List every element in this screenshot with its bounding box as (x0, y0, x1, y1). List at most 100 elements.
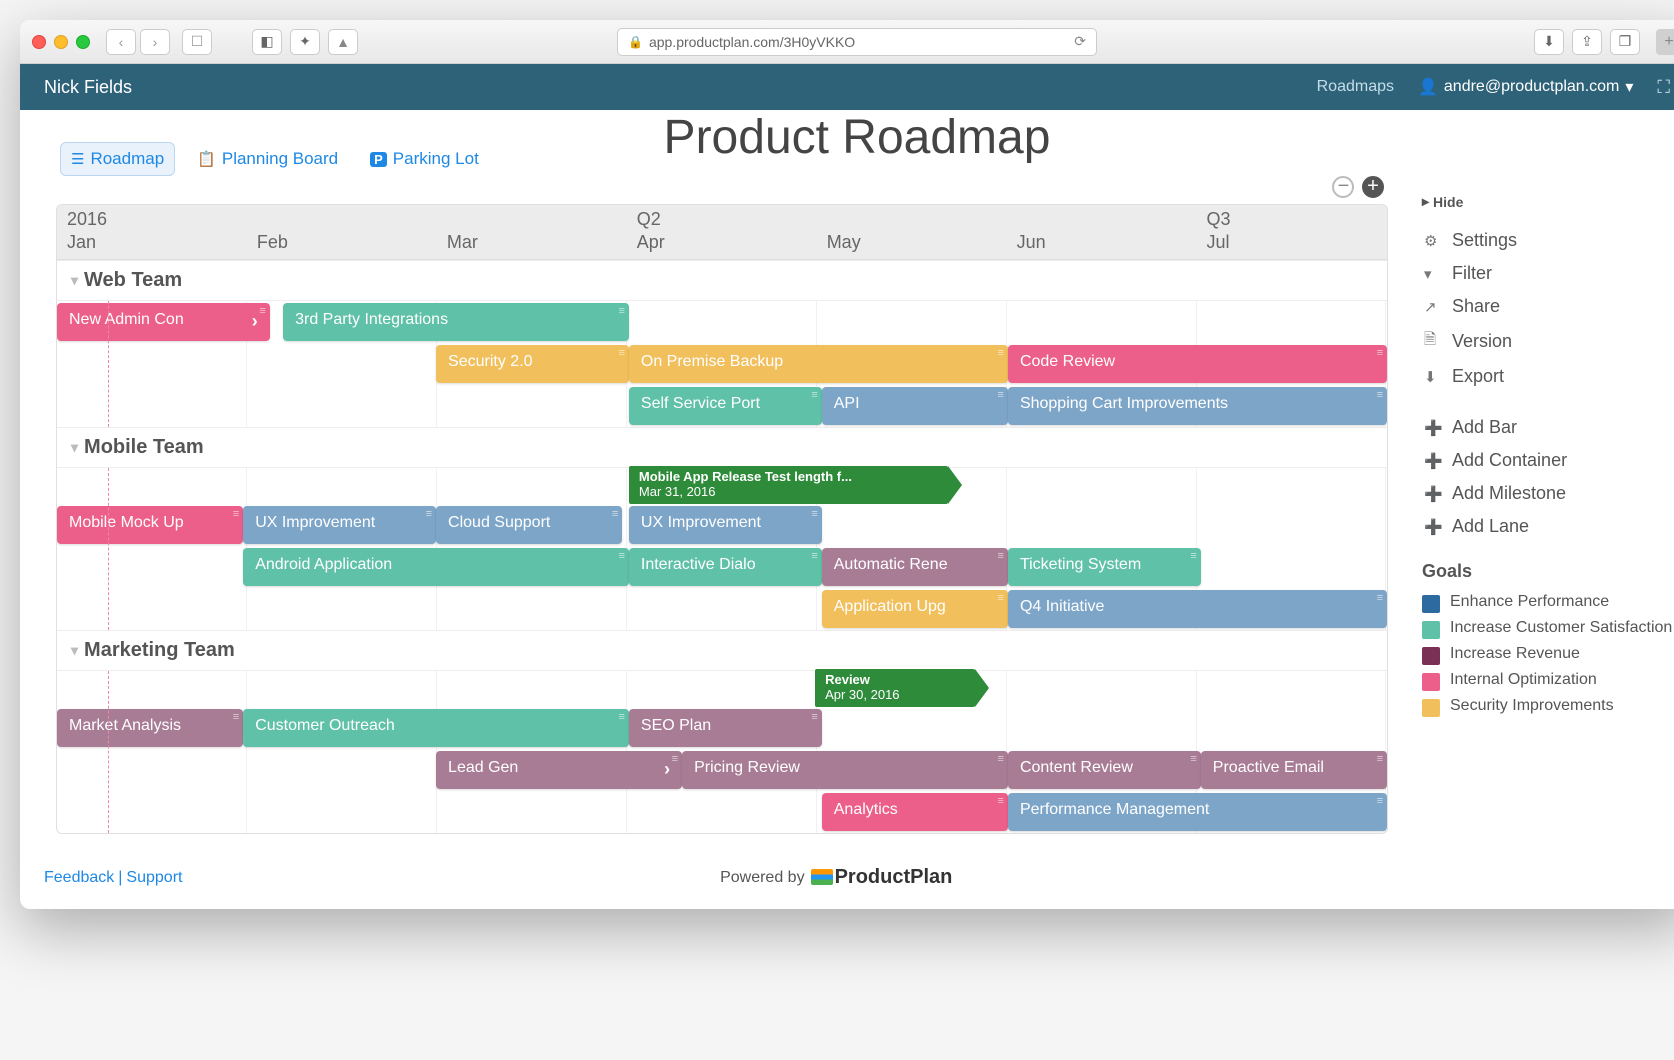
side-item-settings[interactable]: ⚙Settings (1422, 224, 1674, 257)
share-chrome-icon[interactable]: ⇪ (1572, 29, 1602, 55)
zoom-out-button[interactable]: − (1332, 176, 1354, 198)
grip-icon: ≡ (998, 391, 1004, 399)
timeline-bar[interactable]: Self Service Port≡ (629, 387, 822, 425)
lane-header[interactable]: ▾Marketing Team (57, 631, 1387, 671)
roadmap-icon: ☰ (71, 150, 84, 168)
timeline-bar[interactable]: Application Upg≡ (822, 590, 1008, 628)
legend-item[interactable]: Security Improvements (1422, 694, 1674, 720)
filter-icon: ▾ (1424, 265, 1442, 283)
milestone[interactable]: ReviewApr 30, 2016 (815, 669, 975, 707)
productplan-logo[interactable]: ProductPlan (811, 866, 953, 889)
timeline-bar[interactable]: Security 2.0≡ (436, 345, 629, 383)
zoom-in-button[interactable]: + (1362, 176, 1384, 198)
legend-item[interactable]: Increase Customer Satisfaction (1422, 616, 1674, 642)
milestone[interactable]: Mobile App Release Test length f...Mar 3… (629, 466, 948, 504)
side-item-add-milestone[interactable]: ➕Add Milestone (1422, 477, 1674, 510)
roadmaps-link[interactable]: Roadmaps (1317, 78, 1394, 96)
legend-item[interactable]: Internal Optimization (1422, 668, 1674, 694)
side-item-label: Share (1452, 296, 1500, 317)
grip-icon: ≡ (998, 755, 1004, 763)
bar-label: Shopping Cart Improvements (1020, 395, 1228, 412)
timeline-bar[interactable]: Performance Management≡ (1008, 793, 1387, 831)
extension-icon[interactable]: ◧ (252, 29, 282, 55)
tab-parking-label: Parking Lot (393, 149, 479, 169)
chevron-down-icon: ▾ (71, 272, 78, 289)
caret-down-icon: ▾ (1625, 77, 1633, 97)
timeline-bar[interactable]: Customer Outreach≡ (243, 709, 629, 747)
timeline-bar[interactable]: Ticketing System≡ (1008, 548, 1201, 586)
grip-icon: ≡ (998, 797, 1004, 805)
timeline-bar[interactable]: Proactive Email≡ (1201, 751, 1387, 789)
timeline-bar[interactable]: New Admin Con≡› (57, 303, 270, 341)
legend-label: Internal Optimization (1450, 671, 1597, 689)
timeline-bar[interactable]: Analytics≡ (822, 793, 1008, 831)
expand-chevron-icon[interactable]: › (664, 759, 670, 780)
tab-planning-board[interactable]: 📋 Planning Board (187, 142, 348, 176)
side-item-add-lane[interactable]: ➕Add Lane (1422, 510, 1674, 543)
legend-item[interactable]: Increase Revenue (1422, 642, 1674, 668)
timeline-bar[interactable]: Lead Gen≡› (436, 751, 682, 789)
bar-label: Pricing Review (694, 759, 800, 776)
timeline-bar[interactable]: On Premise Backup≡ (629, 345, 1008, 383)
timeline-bar[interactable]: API≡ (822, 387, 1008, 425)
timeline-bar[interactable]: Android Application≡ (243, 548, 629, 586)
side-item-export[interactable]: ⬇Export (1422, 360, 1674, 393)
timeline-bar[interactable]: Shopping Cart Improvements≡ (1008, 387, 1387, 425)
timeline-bar[interactable]: Code Review≡ (1008, 345, 1387, 383)
wand-icon[interactable]: ✦ (290, 29, 320, 55)
version-icon: 🗎 (1424, 329, 1442, 354)
tab-roadmap[interactable]: ☰ Roadmap (60, 142, 175, 176)
grip-icon: ≡ (811, 510, 817, 518)
powered-label: Powered by (720, 869, 805, 887)
timeline-bar[interactable]: Mobile Mock Up≡ (57, 506, 243, 544)
bar-label: UX Improvement (641, 514, 761, 531)
lane-header[interactable]: ▾Web Team (57, 261, 1387, 301)
hide-panel-button[interactable]: ▸ Hide (1422, 193, 1674, 210)
feedback-link[interactable]: Feedback (44, 869, 114, 887)
side-item-version[interactable]: 🗎 Version (1422, 323, 1674, 360)
tab-parking-lot[interactable]: P Parking Lot (360, 142, 489, 176)
side-item-add-bar[interactable]: ➕Add Bar (1422, 411, 1674, 444)
timeline-bar[interactable]: Content Review≡ (1008, 751, 1201, 789)
month-row: JanFebMarAprMayJunJul (57, 230, 1387, 260)
forward-button[interactable]: › (140, 29, 170, 55)
sidebar-toggle-button[interactable]: ☐ (182, 29, 212, 55)
plus-circle-icon: ➕ (1424, 518, 1442, 536)
close-window-button[interactable] (32, 35, 46, 49)
timeline-bar[interactable]: Q4 Initiative≡ (1008, 590, 1387, 628)
side-item-share[interactable]: ↗Share (1422, 290, 1674, 323)
bar-label: Market Analysis (69, 717, 181, 734)
hide-label: Hide (1433, 194, 1463, 210)
goals-header: Goals (1422, 561, 1674, 582)
support-link[interactable]: Support (126, 869, 182, 887)
side-item-filter[interactable]: ▾Filter (1422, 257, 1674, 290)
tabs-icon[interactable]: ❐ (1610, 29, 1640, 55)
timeline-bar[interactable]: UX Improvement≡ (243, 506, 436, 544)
timeline-bar[interactable]: UX Improvement ≡ (629, 506, 822, 544)
grip-icon: ≡ (618, 552, 624, 560)
side-item-add-container[interactable]: ➕Add Container (1422, 444, 1674, 477)
new-tab-button[interactable]: + (1656, 29, 1674, 55)
user-menu[interactable]: 👤 andre@productplan.com ▾ (1418, 77, 1633, 97)
back-button[interactable]: ‹ (106, 29, 136, 55)
timeline-bar[interactable]: Automatic Rene≡ (822, 548, 1008, 586)
timeline-bar[interactable]: Market Analysis≡ (57, 709, 243, 747)
downloads-icon[interactable]: ⬇ (1534, 29, 1564, 55)
timeline-bar[interactable]: Cloud Support≡ (436, 506, 622, 544)
address-bar[interactable]: 🔒 app.productplan.com/3H0yVKKO ⟳ (617, 28, 1097, 56)
lane-header[interactable]: ▾Mobile Team (57, 428, 1387, 468)
maximize-window-button[interactable] (76, 35, 90, 49)
expand-chevron-icon[interactable]: › (252, 311, 258, 332)
warning-icon[interactable]: ▲ (328, 29, 358, 55)
timeline-bar[interactable]: Pricing Review ≡ (682, 751, 1008, 789)
timeline-bar[interactable]: Interactive Dialo≡ (629, 548, 822, 586)
fullscreen-icon[interactable]: ⛶ (1657, 77, 1670, 98)
timeline-bar[interactable]: 3rd Party Integrations≡ (283, 303, 629, 341)
reload-icon[interactable]: ⟳ (1074, 33, 1086, 50)
bar-label: Proactive Email (1213, 759, 1324, 776)
legend-item[interactable]: Enhance Performance (1422, 590, 1674, 616)
side-item-label: Version (1452, 331, 1512, 352)
minimize-window-button[interactable] (54, 35, 68, 49)
view-tabs: ☰ Roadmap 📋 Planning Board P Parking Lot (40, 128, 509, 184)
timeline-bar[interactable]: SEO Plan≡ (629, 709, 822, 747)
